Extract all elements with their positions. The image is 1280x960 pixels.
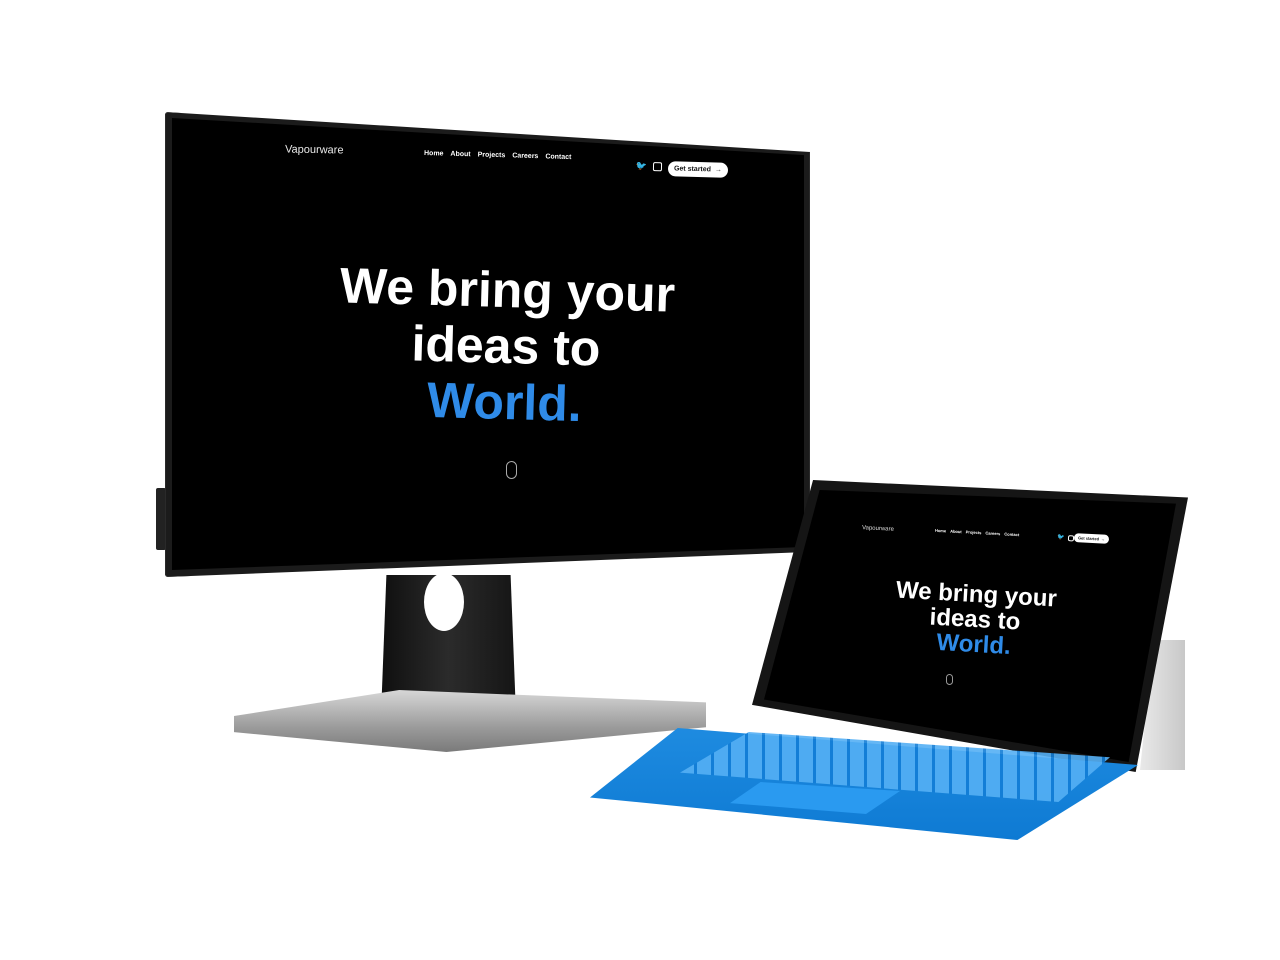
hero-line-1: We bring your — [339, 257, 676, 323]
twitter-icon[interactable]: 🐦 — [1057, 535, 1065, 541]
site-logo[interactable]: Vapourware — [285, 144, 344, 157]
nav-projects-link[interactable]: Projects — [478, 151, 506, 159]
get-started-label: Get started — [1077, 535, 1100, 542]
monitor-side-port — [156, 488, 166, 550]
nav-about-link[interactable]: About — [450, 151, 470, 159]
nav-projects-link[interactable]: Projects — [966, 529, 982, 535]
monitor-stand-cable-hole — [424, 573, 464, 631]
nav-home-link[interactable]: Home — [424, 150, 444, 158]
mouse-scroll-icon — [506, 461, 517, 479]
arrow-right-icon: → — [1100, 536, 1106, 542]
nav-contact-link[interactable]: Contact — [1004, 531, 1019, 537]
nav-about-link[interactable]: About — [950, 529, 962, 535]
social-links: 🐦 — [1057, 535, 1075, 542]
hero-headline: We bring your ideas to World. — [298, 256, 715, 435]
get-started-button[interactable]: Get started → — [667, 161, 729, 178]
nav-careers-link[interactable]: Careers — [512, 152, 538, 160]
arrow-right-icon: → — [714, 166, 723, 174]
monitor-mockup: Vapourware Home About Projects Careers C… — [0, 0, 1280, 960]
monitor-stand-base — [234, 690, 706, 752]
mouse-scroll-icon — [946, 674, 953, 685]
hero-accent: World. — [426, 371, 583, 433]
twitter-icon[interactable]: 🐦 — [636, 161, 647, 171]
nav-careers-link[interactable]: Careers — [985, 530, 1000, 536]
social-links: 🐦 — [636, 161, 663, 172]
nav-contact-link[interactable]: Contact — [545, 153, 571, 161]
instagram-icon[interactable] — [653, 162, 663, 172]
hero-headline: We bring your ideas to World. — [858, 576, 1092, 664]
get-started-button[interactable]: Get started → — [1073, 533, 1110, 544]
get-started-label: Get started — [673, 165, 712, 174]
nav-home-link[interactable]: Home — [935, 528, 946, 534]
